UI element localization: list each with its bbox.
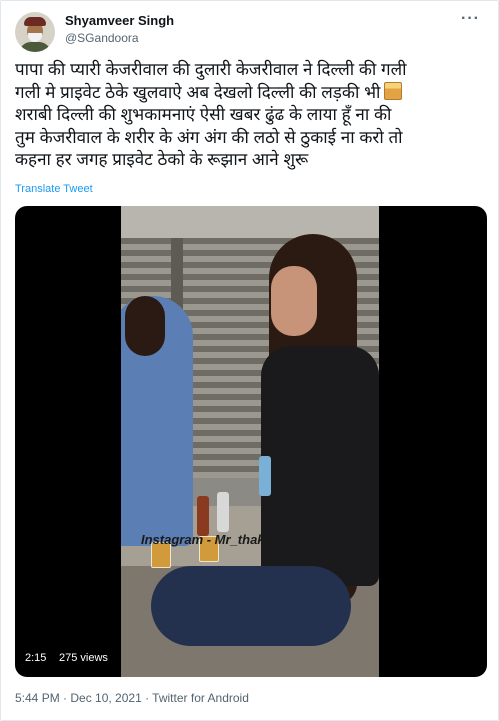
tweet-line: तुम केजरीवाल के शरीर के अंग अंग की लठो स… (15, 127, 403, 147)
more-dots-icon[interactable]: ··· (461, 10, 480, 28)
author-handle[interactable]: @SGandoora (65, 31, 139, 45)
avatar[interactable] (15, 12, 55, 52)
tweet-text: पापा की प्यारी केजरीवाल की दुलारी केजरीव… (15, 59, 485, 172)
author-name[interactable]: Shyamveer Singh (65, 13, 174, 28)
video-watermark: Instagram - Mr_thakur1512 (141, 532, 307, 547)
video-views: 275 views (59, 652, 108, 664)
video-frame: Instagram - Mr_thakur1512 (121, 206, 379, 677)
tweet-line: शराबी दिल्ली की शुभकामनाएं ऐसी खबर ढुंढ … (15, 105, 392, 124)
tumbler-glass-icon (384, 81, 403, 100)
translate-tweet-link[interactable]: Translate Tweet (15, 183, 93, 195)
video-duration: 2:15 (25, 652, 47, 664)
tweet-meta[interactable]: 5:44 PM · Dec 10, 2021 · Twitter for And… (15, 691, 249, 705)
tweet-line: पापा की प्यारी केजरीवाल की दुलारी केजरीव… (15, 60, 407, 79)
video-player[interactable]: Instagram - Mr_thakur1512 2:15 275 views (15, 206, 487, 677)
tweet-card: Shyamveer Singh @SGandoora ··· पापा की प… (0, 0, 499, 721)
tweet-line: गली मे प्राइवेट ठेके खुलवाऐ अब देखलो दिल… (15, 81, 485, 105)
tweet-line: कहना हर जगह प्राइवेट ठेको के रूझान आने श… (15, 150, 309, 169)
